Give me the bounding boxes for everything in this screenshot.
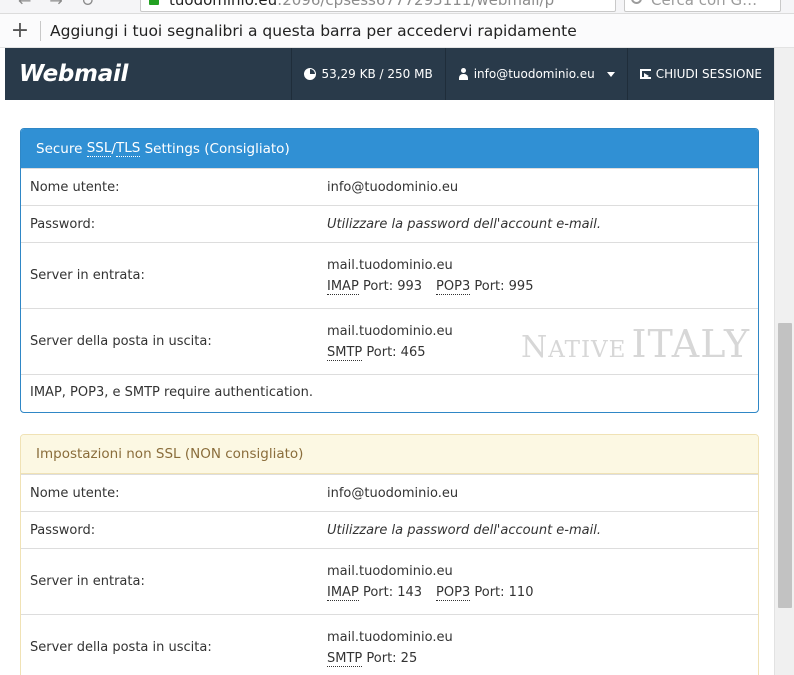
pop3-port: Port: 995 [474, 278, 534, 294]
password-label: Password: [30, 522, 96, 538]
page-scrollbar[interactable] [774, 48, 794, 675]
sign-out-icon [639, 69, 651, 79]
incoming-host: mail.tuodominio.eu [327, 563, 453, 579]
ssl-panel-heading: Secure SSL / TLS Settings (Consigliato) [21, 129, 758, 168]
divider [40, 20, 41, 41]
password-label: Password: [30, 216, 96, 232]
table-row: Server in entrata: mail.tuodominio.eu IM… [21, 242, 758, 308]
imap-abbr: IMAP [327, 278, 359, 295]
username-text: info@tuodominio.eu [327, 485, 459, 501]
watermark-n: N [521, 330, 549, 365]
back-icon[interactable]: ← [18, 0, 31, 10]
search-icon [631, 0, 642, 4]
table-row: Password: Utilizzare la password dell'ac… [21, 511, 758, 548]
bookmarks-hint: Aggiungi i tuoi segnalibri a questa barr… [50, 21, 577, 40]
pop3-abbr: POP3 [436, 584, 471, 601]
table-row: Server della posta in uscita: mail.tuodo… [21, 614, 758, 675]
username-value: info@tuodominio.eu [327, 169, 758, 205]
outgoing-host: mail.tuodominio.eu [327, 629, 453, 645]
username-label: Nome utente: [30, 179, 120, 195]
incoming-server-value: mail.tuodominio.eu IMAP Port: 143 POP3 Po… [327, 549, 758, 614]
imap-port: Port: 143 [362, 584, 423, 600]
panel-title-suffix: Settings (Consigliato) [144, 140, 290, 157]
auth-note: IMAP, POP3, e SMTP require authenticatio… [21, 374, 758, 410]
table-row: Password: Utilizzare la password dell'ac… [21, 205, 758, 242]
user-email: info@tuodominio.eu [473, 67, 595, 81]
smtp-port: Port: 465 [366, 344, 426, 360]
watermark-logo: NATIVE ITALY [521, 322, 750, 366]
quota-text: 53,29 KB / 250 MB [321, 67, 433, 81]
pie-chart-icon [304, 68, 317, 80]
logout-label: CHIUDI SESSIONE [655, 67, 762, 81]
bookmarks-bar: + Aggiungi i tuoi segnalibri a questa ba… [0, 14, 794, 48]
browser-toolbar: ← → ↻ tuodominio.eu:2096/cpsess677729511… [0, 0, 794, 14]
outgoing-server-value: mail.tuodominio.eu SMTP Port: 25 [327, 615, 758, 675]
pop3-port: Port: 110 [474, 584, 534, 600]
ssl-abbr: SSL [86, 140, 112, 157]
username-label: Nome utente: [30, 485, 120, 501]
incoming-host: mail.tuodominio.eu [327, 257, 453, 273]
nossl-panel-heading: Impostazioni non SSL (NON consigliato) [21, 435, 758, 474]
watermark-ative: ATIVE [548, 337, 627, 363]
smtp-abbr: SMTP [327, 650, 363, 667]
panel-title-prefix: Secure [36, 140, 83, 157]
plus-icon[interactable]: + [0, 16, 40, 46]
browser-nav: ← → ↻ [18, 0, 94, 10]
user-menu[interactable]: info@tuodominio.eu [444, 48, 627, 100]
username-text: info@tuodominio.eu [327, 179, 459, 195]
incoming-server-label: Server in entrata: [30, 574, 145, 589]
incoming-ports: IMAP Port: 143 POP3 Port: 110 [327, 584, 758, 601]
scrollbar-thumb[interactable] [778, 323, 792, 608]
search-bar[interactable]: Cerca con G… [624, 0, 781, 12]
logout-button[interactable]: CHIUDI SESSIONE [626, 48, 774, 100]
outgoing-server-label: Server della posta in uscita: [30, 334, 212, 349]
user-icon [458, 68, 469, 80]
smtp-port: Port: 25 [366, 650, 418, 666]
imap-abbr: IMAP [327, 584, 359, 601]
outgoing-ports: SMTP Port: 25 [327, 650, 758, 667]
main-content: Secure SSL / TLS Settings (Consigliato) No… [5, 100, 774, 675]
reload-icon[interactable]: ↻ [81, 0, 94, 10]
nossl-settings-panel: Impostazioni non SSL (NON consigliato) N… [20, 434, 759, 675]
imap-port: Port: 993 [362, 278, 423, 294]
table-row: Server in entrata: mail.tuodominio.eu IM… [21, 548, 758, 614]
ssl-settings-panel: Secure SSL / TLS Settings (Consigliato) No… [20, 128, 759, 413]
tls-abbr: TLS [115, 140, 141, 157]
password-value: Utilizzare la password dell'account e-ma… [327, 206, 758, 242]
pop3-abbr: POP3 [436, 278, 471, 295]
password-value: Utilizzare la password dell'account e-ma… [327, 512, 758, 548]
url-host: tuodominio.eu [169, 0, 278, 9]
webmail-logo[interactable]: Webmail [5, 48, 291, 100]
url-path: :2096/cpsess6777295111/webmail/p [277, 0, 555, 9]
webmail-header: Webmail 53,29 KB / 250 MB info@tuodomini… [5, 48, 774, 100]
quota-indicator: 53,29 KB / 250 MB [291, 48, 444, 100]
table-row: Nome utente: info@tuodominio.eu [21, 474, 758, 511]
incoming-ports: IMAP Port: 993 POP3 Port: 995 [327, 278, 758, 295]
password-text: Utilizzare la password dell'account e-ma… [327, 216, 601, 232]
search-placeholder: Cerca con G… [651, 0, 758, 9]
forward-icon[interactable]: → [49, 0, 62, 10]
password-text: Utilizzare la password dell'account e-ma… [327, 522, 601, 538]
watermark-italy: ITALY [631, 322, 751, 366]
lock-icon [149, 0, 159, 5]
smtp-abbr: SMTP [327, 344, 363, 361]
table-row: Nome utente: info@tuodominio.eu [21, 168, 758, 205]
username-value: info@tuodominio.eu [327, 475, 758, 511]
caret-down-icon [606, 71, 615, 77]
url-bar[interactable]: tuodominio.eu:2096/cpsess6777295111/webm… [140, 0, 616, 12]
incoming-server-value: mail.tuodominio.eu IMAP Port: 993 POP3 Po… [327, 243, 758, 308]
outgoing-server-label: Server della posta in uscita: [30, 640, 212, 655]
incoming-server-label: Server in entrata: [30, 268, 145, 283]
